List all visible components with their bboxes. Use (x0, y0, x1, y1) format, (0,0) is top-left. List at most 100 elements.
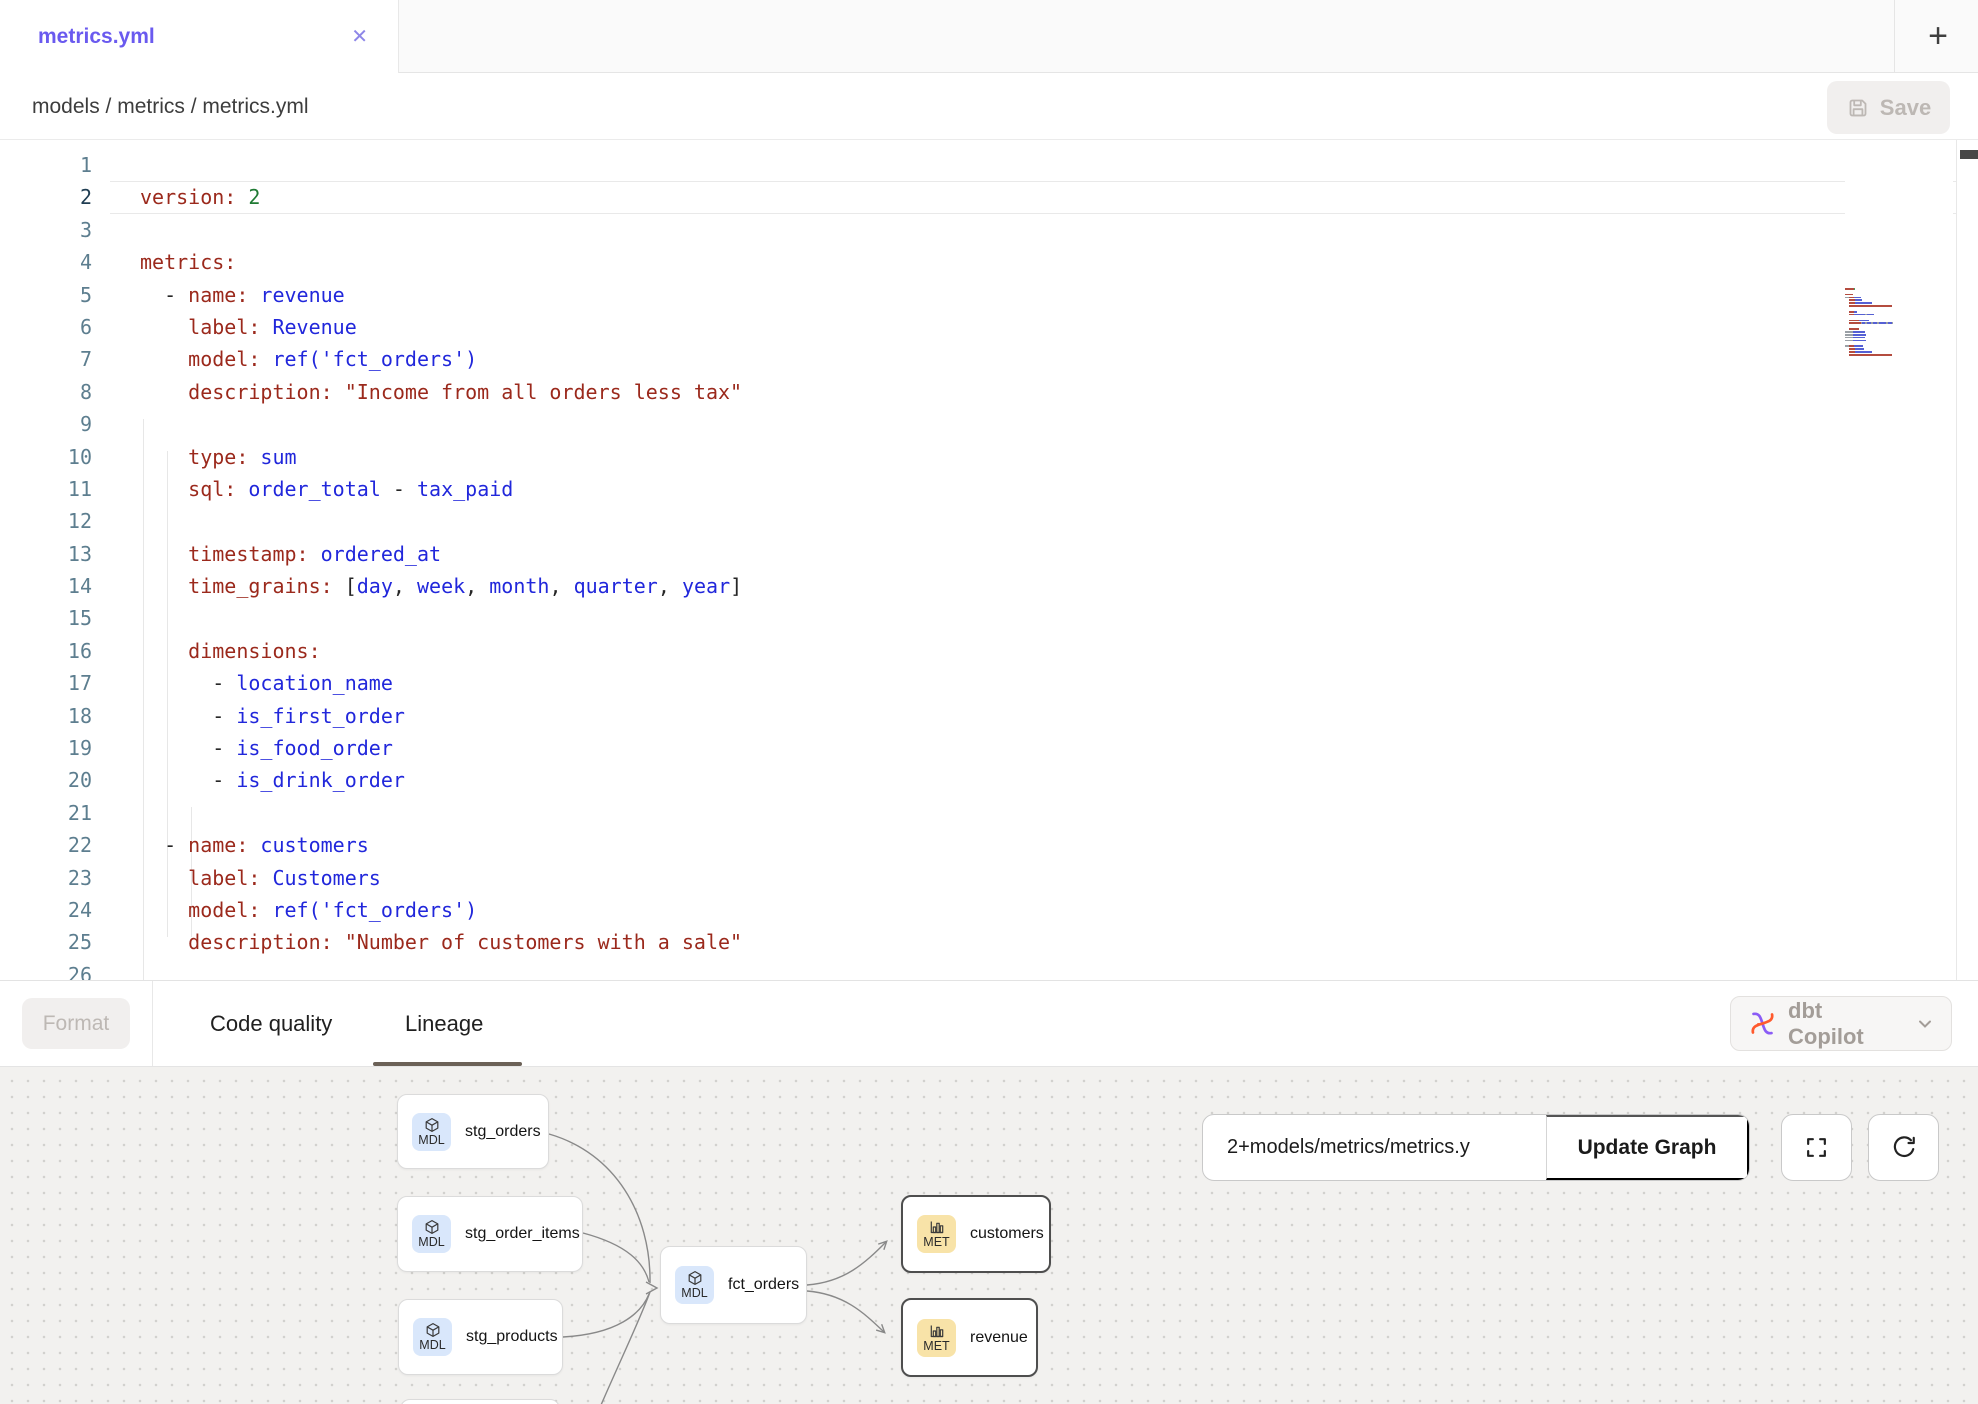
line-number: 15 (0, 602, 92, 634)
line-number: 8 (0, 376, 92, 408)
line-number: 17 (0, 667, 92, 699)
line-number: 20 (0, 764, 92, 796)
tab-bar: metrics.yml ✕ + (0, 0, 1978, 73)
model-cube-icon (424, 1219, 440, 1235)
node-label: revenue (970, 1329, 1028, 1347)
metric-badge: MET (917, 1319, 956, 1357)
code-line[interactable]: model: ref('fct_orders') (140, 894, 742, 926)
panel-divider (152, 981, 153, 1066)
code-line[interactable]: timestamp: ordered_at (140, 538, 742, 570)
refresh-icon (1891, 1135, 1917, 1161)
code-line[interactable] (140, 408, 742, 440)
metric-badge: MET (917, 1215, 956, 1253)
fullscreen-button[interactable] (1781, 1114, 1852, 1181)
code-line[interactable]: - location_name (140, 667, 742, 699)
code-line[interactable]: version: 2 (140, 181, 742, 213)
save-icon (1846, 96, 1870, 120)
format-button[interactable]: Format (22, 998, 130, 1049)
code-line[interactable]: - name: revenue (140, 279, 742, 311)
code-line[interactable] (140, 797, 742, 829)
line-number: 3 (0, 214, 92, 246)
line-number: 22 (0, 829, 92, 861)
line-number: 2 (0, 181, 92, 213)
lineage-node-stg_products[interactable]: MDL stg_products (398, 1299, 563, 1375)
node-label: stg_products (466, 1328, 558, 1346)
tab-title: metrics.yml (38, 25, 155, 49)
code-lines[interactable]: version: 2 metrics: - name: revenue labe… (140, 149, 742, 981)
chevron-down-icon (1915, 1014, 1935, 1034)
code-line[interactable]: - is_first_order (140, 700, 742, 732)
dbt-copilot-label: dbt Copilot (1788, 998, 1903, 1050)
code-line[interactable]: sql: order_total - tax_paid (140, 473, 742, 505)
code-line[interactable] (140, 214, 742, 246)
code-line[interactable] (140, 602, 742, 634)
line-number: 18 (0, 700, 92, 732)
code-line[interactable]: - name: customers (140, 829, 742, 861)
lineage-node-fct_orders[interactable]: MDL fct_orders (660, 1246, 807, 1324)
file-header-row: models / metrics / metrics.yml Save (0, 73, 1978, 140)
tabbar-divider (1894, 0, 1895, 73)
code-line[interactable] (140, 959, 742, 981)
code-line[interactable]: description: "Income from all orders les… (140, 376, 742, 408)
lineage-node-partial_node (400, 1399, 560, 1404)
line-number: 1 (0, 149, 92, 181)
node-label: stg_orders (465, 1123, 541, 1141)
code-line[interactable] (140, 149, 742, 181)
metric-chart-icon (929, 1219, 945, 1235)
lineage-node-stg_order_items[interactable]: MDL stg_order_items (397, 1196, 583, 1272)
lineage-filter-input[interactable]: 2+models/metrics/metrics.y (1203, 1115, 1546, 1180)
code-line[interactable]: - is_food_order (140, 732, 742, 764)
line-number: 9 (0, 408, 92, 440)
code-line[interactable]: label: Customers (140, 862, 742, 894)
lineage-node-stg_orders[interactable]: MDL stg_orders (397, 1094, 549, 1169)
update-graph-button[interactable]: Update Graph (1546, 1115, 1749, 1180)
line-number: 21 (0, 797, 92, 829)
line-number: 10 (0, 441, 92, 473)
line-number: 14 (0, 570, 92, 602)
model-badge: MDL (413, 1318, 452, 1356)
code-editor[interactable]: 1234567891011121314151617181920212223242… (0, 140, 1978, 981)
code-line[interactable]: description: "Number of customers with a… (140, 926, 742, 958)
code-line[interactable]: dimensions: (140, 635, 742, 667)
code-line[interactable]: type: sum (140, 441, 742, 473)
model-cube-icon (424, 1117, 440, 1133)
line-number: 13 (0, 538, 92, 570)
lineage-canvas[interactable]: MDL stg_orders MDL stg_order_items MDL stg_pr… (0, 1066, 1978, 1404)
code-line[interactable]: label: Revenue (140, 311, 742, 343)
line-number: 6 (0, 311, 92, 343)
code-line[interactable]: model: ref('fct_orders') (140, 343, 742, 375)
save-button[interactable]: Save (1827, 81, 1950, 134)
code-line[interactable]: time_grains: [day, week, month, quarter,… (140, 570, 742, 602)
editor-right-border (1956, 140, 1957, 981)
model-badge: MDL (412, 1113, 451, 1151)
save-label: Save (1880, 95, 1931, 121)
model-cube-icon (425, 1322, 441, 1338)
line-number: 5 (0, 279, 92, 311)
tab-lineage[interactable]: Lineage (405, 981, 483, 1066)
line-number: 16 (0, 635, 92, 667)
lineage-node-customers[interactable]: METcustomers (901, 1195, 1051, 1273)
dbt-copilot-icon (1749, 1010, 1776, 1037)
code-line[interactable]: metrics: (140, 246, 742, 278)
line-number: 4 (0, 246, 92, 278)
minimap[interactable] (1845, 145, 1953, 975)
line-number: 25 (0, 926, 92, 958)
tab-code-quality[interactable]: Code quality (210, 981, 332, 1066)
node-label: stg_order_items (465, 1225, 580, 1243)
scrollbar-thumb[interactable] (1960, 150, 1978, 159)
line-number-gutter: 1234567891011121314151617181920212223242… (0, 149, 92, 981)
node-label: fct_orders (728, 1276, 799, 1294)
code-line[interactable]: - is_drink_order (140, 764, 742, 796)
new-tab-button[interactable]: + (1908, 0, 1968, 73)
close-icon[interactable]: ✕ (347, 23, 372, 51)
dbt-ide-window: metrics.yml ✕ + models / metrics / metri… (0, 0, 1978, 1404)
line-number: 12 (0, 505, 92, 537)
tab-metrics-yml[interactable]: metrics.yml ✕ (0, 0, 399, 73)
code-line[interactable] (140, 505, 742, 537)
dbt-copilot-button[interactable]: dbt Copilot (1730, 996, 1952, 1051)
model-badge: MDL (675, 1266, 714, 1304)
refresh-button[interactable] (1868, 1114, 1939, 1181)
line-number: 24 (0, 894, 92, 926)
lineage-node-revenue[interactable]: MET revenue (901, 1298, 1038, 1377)
model-badge: MDL (412, 1215, 451, 1253)
